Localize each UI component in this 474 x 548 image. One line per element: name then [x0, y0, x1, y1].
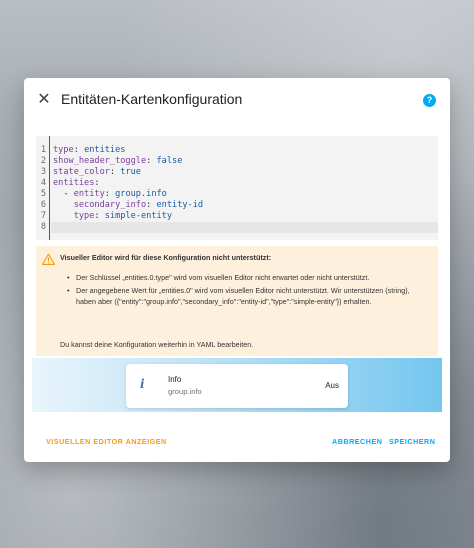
code-token: : [73, 145, 85, 155]
code-token: : [146, 200, 157, 210]
code-token: true [120, 167, 141, 177]
alert-triangle-icon [42, 253, 55, 265]
dialog-header: ✕ Entitäten-Kartenkonfiguration ? [24, 78, 450, 124]
code-line[interactable]: - entity: group.info [53, 189, 167, 200]
line-number: 8 [40, 222, 46, 232]
code-token: state_color [53, 167, 110, 177]
line-number: 3 [40, 167, 46, 177]
help-icon[interactable]: ? [423, 94, 436, 107]
code-token: type [53, 145, 74, 155]
code-token: : [109, 167, 121, 177]
yaml-code-editor[interactable]: 12345678 type: entities show_header_toggl… [36, 136, 438, 240]
show-visual-editor-button[interactable]: VISUELLEN EDITOR ANZEIGEN [46, 437, 167, 446]
code-token: secondary_info [73, 200, 147, 210]
code-token: : [94, 211, 105, 221]
code-line[interactable] [51, 222, 438, 233]
line-number-gutter: 12345678 [36, 136, 50, 240]
code-line[interactable]: type: simple-entity [53, 211, 172, 222]
save-button[interactable]: SPEICHERN [389, 437, 435, 446]
code-token: - [53, 189, 74, 199]
code-token: entities [53, 178, 95, 188]
code-token: : [104, 189, 116, 199]
code-token: group.info [115, 189, 167, 199]
line-number: 6 [40, 200, 46, 210]
cancel-button[interactable]: ABBRECHEN [332, 437, 382, 446]
entity-state: Aus [325, 381, 339, 390]
code-token: false [156, 156, 183, 166]
line-number: 5 [40, 189, 46, 199]
dialog-actions: VISUELLEN EDITOR ANZEIGEN ABBRECHEN SPEI… [24, 430, 450, 454]
card-config-dialog: ✕ Entitäten-Kartenkonfiguration ? 123456… [24, 78, 450, 462]
entities-card: i Info group.info Aus [126, 364, 348, 408]
unsupported-config-warning: Visueller Editor wird für diese Konfigur… [36, 246, 438, 356]
card-preview: i Info group.info Aus [32, 358, 442, 412]
code-token: entity-id [156, 200, 204, 210]
entity-name[interactable]: Info [168, 375, 181, 384]
warning-list: Der Schlüssel „entities.0.type" wird vom… [67, 272, 426, 309]
line-number: 4 [40, 178, 46, 188]
code-token: type [73, 211, 95, 221]
dialog-title: Entitäten-Kartenkonfiguration [61, 91, 243, 107]
close-icon[interactable]: ✕ [36, 92, 52, 108]
warning-footer: Du kannst deine Konfiguration weiterhin … [60, 340, 254, 349]
code-line[interactable]: show_header_toggle: false [53, 156, 182, 167]
code-token: : [94, 178, 100, 188]
warning-item: Der Schlüssel „entities.0.type" wird vom… [67, 272, 426, 283]
code-line[interactable]: entities: [53, 178, 100, 189]
warning-title: Visueller Editor wird für diese Konfigur… [60, 253, 272, 262]
line-number: 1 [40, 145, 46, 155]
code-token: simple-entity [104, 211, 173, 221]
code-token: entities [84, 145, 126, 155]
code-line[interactable]: type: entities [53, 145, 125, 156]
code-token: show_header_toggle [53, 156, 147, 166]
code-line[interactable]: secondary_info: entity-id [53, 200, 203, 211]
line-number: 7 [40, 211, 46, 221]
info-icon: i [140, 377, 145, 391]
code-line[interactable]: state_color: true [53, 167, 141, 178]
warning-item: Der angegebene Wert für „entities.0" wir… [67, 285, 426, 307]
code-token: : [146, 156, 157, 166]
entity-secondary-info: group.info [168, 387, 202, 396]
code-token: entity [73, 189, 105, 199]
line-number: 2 [40, 156, 46, 166]
